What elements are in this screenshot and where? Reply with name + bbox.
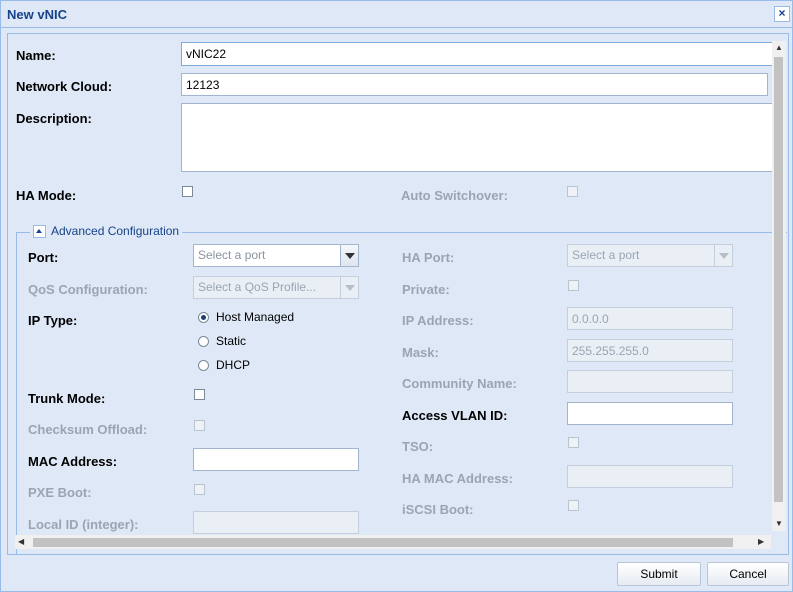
collapse-icon[interactable]	[33, 224, 46, 238]
tso-checkbox[interactable]	[568, 437, 579, 448]
mask-input[interactable]	[567, 339, 733, 362]
auto-switchover-checkbox[interactable]	[567, 186, 578, 197]
pxe-boot-checkbox[interactable]	[194, 484, 205, 495]
close-icon[interactable]: ×	[774, 6, 790, 22]
community-name-label: Community Name:	[402, 376, 517, 391]
ip-address-input[interactable]	[567, 307, 733, 330]
dialog-body: Name: Network Cloud: Description: HA Mod…	[7, 33, 789, 555]
ip-type-label: IP Type:	[28, 313, 78, 328]
vertical-scroll-thumb[interactable]	[774, 57, 783, 502]
chevron-down-icon[interactable]	[340, 277, 358, 298]
scroll-up-icon[interactable]: ▲	[775, 43, 783, 52]
qos-combo-text: Select a QoS Profile...	[198, 280, 317, 294]
ha-mode-checkbox[interactable]	[182, 186, 193, 197]
ha-port-combo-text: Select a port	[572, 248, 640, 262]
qos-combo[interactable]: Select a QoS Profile...	[193, 276, 359, 299]
horizontal-scrollbar[interactable]: ◀ ▶	[15, 535, 771, 549]
port-combo-text: Select a port	[198, 248, 266, 262]
dialog-title: New vNIC	[7, 7, 67, 22]
submit-button[interactable]: Submit	[617, 562, 701, 586]
ha-port-combo[interactable]: Select a port	[567, 244, 733, 267]
description-textarea[interactable]	[181, 103, 781, 172]
description-label: Description:	[16, 111, 92, 126]
auto-switchover-label: Auto Switchover:	[401, 188, 508, 203]
scroll-left-icon[interactable]: ◀	[18, 537, 24, 546]
ip-type-static-radio[interactable]	[198, 336, 209, 347]
local-id-label: Local ID (integer):	[28, 517, 139, 532]
iscsi-boot-label: iSCSI Boot:	[402, 502, 474, 517]
qos-label: QoS Configuration:	[28, 282, 148, 297]
community-name-input[interactable]	[567, 370, 733, 393]
horizontal-scroll-thumb[interactable]	[33, 538, 733, 547]
port-combo[interactable]: Select a port	[193, 244, 359, 267]
scroll-right-icon[interactable]: ▶	[758, 537, 764, 546]
mask-label: Mask:	[402, 345, 439, 360]
network-cloud-label: Network Cloud:	[16, 79, 113, 94]
name-input[interactable]	[181, 42, 781, 66]
checksum-offload-checkbox[interactable]	[194, 420, 205, 431]
ip-type-dhcp-label: DHCP	[216, 358, 251, 372]
access-vlan-label: Access VLAN ID:	[402, 408, 508, 423]
ip-type-static-label: Static	[216, 334, 247, 348]
access-vlan-input[interactable]	[567, 402, 733, 425]
pxe-boot-label: PXE Boot:	[28, 485, 92, 500]
trunk-mode-checkbox[interactable]	[194, 389, 205, 400]
scroll-down-icon[interactable]: ▼	[775, 519, 783, 528]
advanced-config-title: Advanced Configuration	[51, 224, 180, 238]
ha-mac-address-label: HA MAC Address:	[402, 471, 513, 486]
network-cloud-input[interactable]	[181, 73, 768, 96]
dialog-footer: Submit Cancel	[1, 557, 792, 591]
port-label: Port:	[28, 250, 59, 265]
ha-mode-label: HA Mode:	[16, 188, 77, 203]
cancel-button[interactable]: Cancel	[707, 562, 789, 586]
new-vnic-dialog: New vNIC × Name: Network Cloud: Descript…	[0, 0, 793, 592]
vertical-scrollbar[interactable]: ▲ ▼	[772, 41, 786, 531]
mac-address-label: MAC Address:	[28, 454, 118, 469]
private-label: Private:	[402, 282, 450, 297]
ip-type-dhcp-radio[interactable]	[198, 360, 209, 371]
mac-address-input[interactable]	[193, 448, 359, 471]
ha-port-label: HA Port:	[402, 250, 455, 265]
ha-mac-address-input[interactable]	[567, 465, 733, 488]
advanced-config-legend[interactable]: Advanced Configuration	[30, 224, 183, 238]
ip-address-label: IP Address:	[402, 313, 474, 328]
chevron-down-icon[interactable]	[340, 245, 358, 266]
iscsi-boot-checkbox[interactable]	[568, 500, 579, 511]
local-id-input[interactable]	[193, 511, 359, 534]
chevron-down-icon[interactable]	[714, 245, 732, 266]
private-checkbox[interactable]	[568, 280, 579, 291]
trunk-mode-label: Trunk Mode:	[28, 391, 106, 406]
dialog-titlebar[interactable]: New vNIC ×	[1, 1, 792, 28]
name-label: Name:	[16, 48, 56, 63]
ip-type-host-managed-label: Host Managed	[216, 310, 295, 324]
tso-label: TSO:	[402, 439, 434, 454]
checksum-offload-label: Checksum Offload:	[28, 422, 148, 437]
ip-type-host-managed-radio[interactable]	[198, 312, 209, 323]
